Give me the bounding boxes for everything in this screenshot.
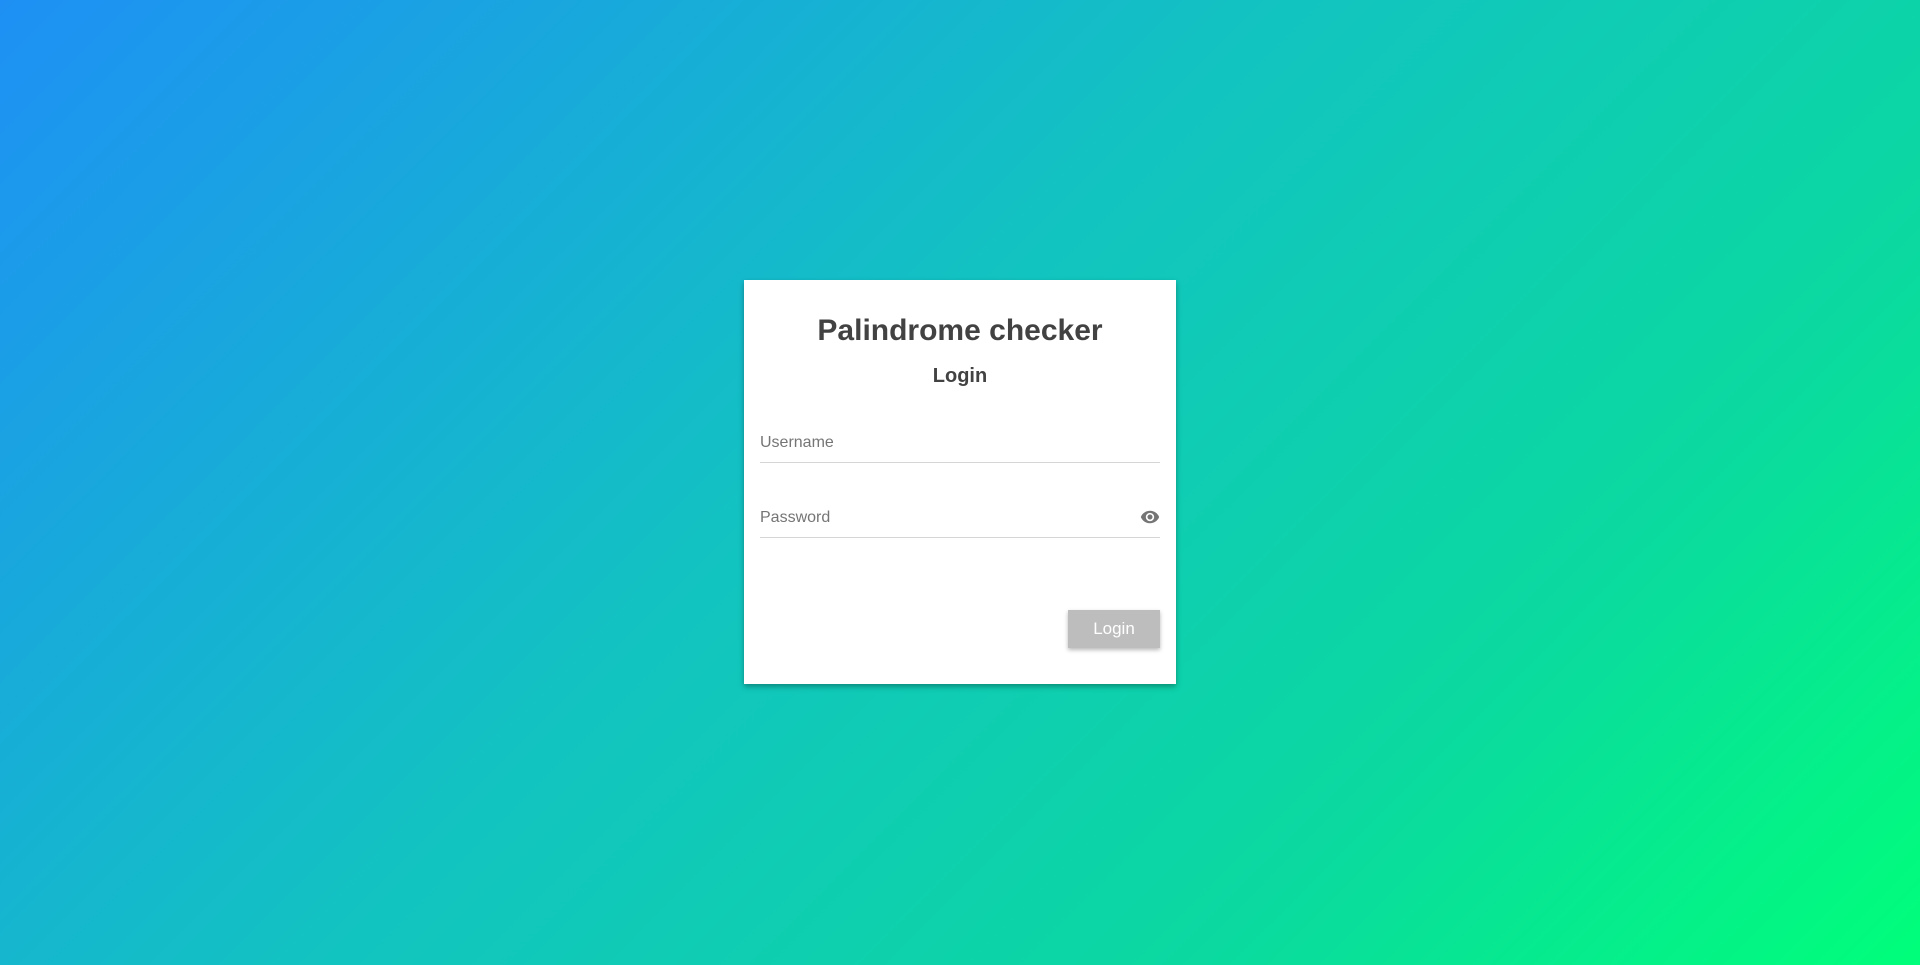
login-card: Palindrome checker Login Login xyxy=(744,280,1176,684)
username-field xyxy=(760,423,1160,463)
eye-icon[interactable] xyxy=(1140,507,1160,527)
username-input[interactable] xyxy=(760,423,1160,462)
password-field xyxy=(760,498,1160,538)
app-title: Palindrome checker xyxy=(817,314,1103,347)
login-button[interactable]: Login xyxy=(1068,610,1160,648)
password-input[interactable] xyxy=(760,498,1160,537)
login-subtitle: Login xyxy=(932,365,988,387)
